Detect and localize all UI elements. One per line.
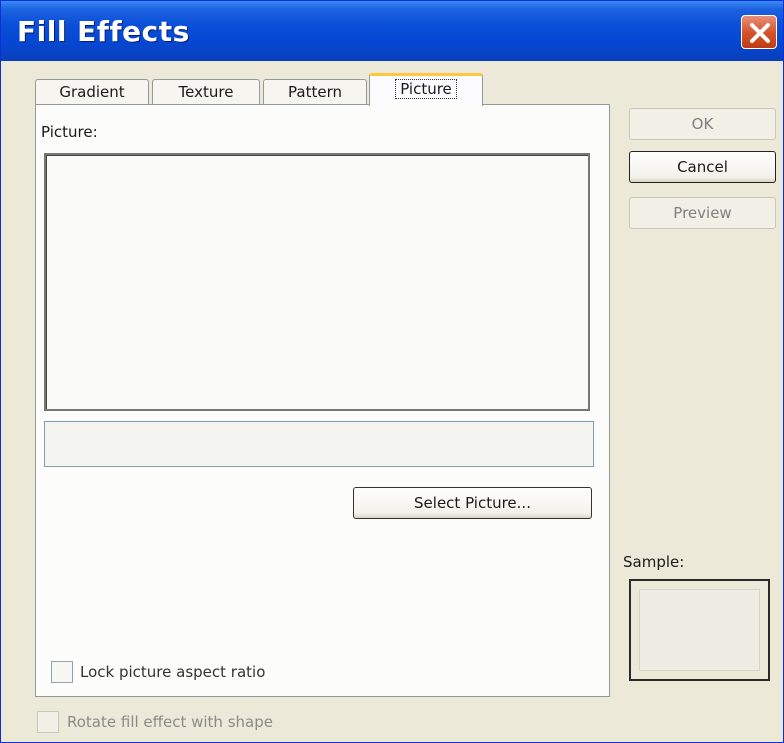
window-title: Fill Effects	[17, 15, 190, 48]
sample-label: Sample:	[623, 553, 685, 571]
tab-picture-label: Picture	[395, 79, 457, 99]
close-icon	[750, 23, 770, 43]
rotate-fill-checkbox[interactable]	[37, 711, 59, 733]
sample-swatch	[639, 589, 760, 671]
sample-preview	[629, 579, 770, 681]
picture-preview-area	[44, 153, 590, 411]
cancel-button[interactable]: Cancel	[629, 151, 776, 183]
title-bar[interactable]: Fill Effects	[1, 1, 783, 61]
tab-gradient[interactable]: Gradient	[35, 79, 149, 105]
lock-aspect-checkbox[interactable]	[51, 661, 73, 683]
picture-label: Picture:	[41, 123, 98, 141]
fill-effects-dialog: Fill Effects Gradient Texture Pattern Pi…	[0, 0, 784, 743]
select-picture-button[interactable]: Select Picture...	[353, 487, 592, 519]
lock-aspect-label[interactable]: Lock picture aspect ratio	[80, 663, 265, 681]
tab-picture[interactable]: Picture	[369, 73, 483, 106]
preview-button[interactable]: Preview	[629, 197, 776, 229]
rotate-fill-label[interactable]: Rotate fill effect with shape	[67, 713, 273, 731]
tab-pattern[interactable]: Pattern	[263, 79, 367, 105]
picture-name-field	[44, 421, 594, 467]
close-button[interactable]	[741, 15, 777, 49]
ok-button[interactable]: OK	[629, 108, 776, 140]
tab-texture[interactable]: Texture	[152, 79, 260, 105]
